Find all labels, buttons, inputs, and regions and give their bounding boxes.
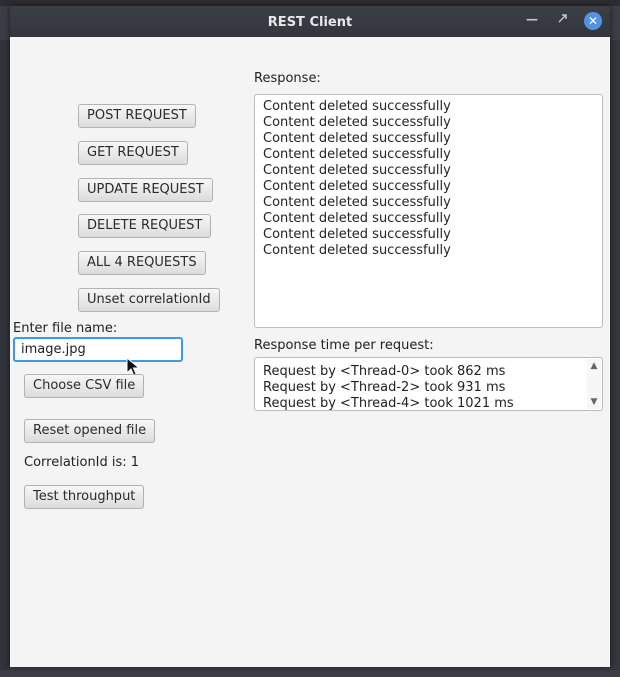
choose-csv-button[interactable]: Choose CSV file: [24, 374, 145, 398]
titlebar[interactable]: REST Client — ✕: [10, 6, 610, 37]
response-line: Content deleted successfully: [263, 99, 451, 114]
response-time-line: Request by <Thread-2> took 931 ms: [263, 380, 506, 395]
all-requests-button[interactable]: ALL 4 REQUESTS: [78, 251, 206, 275]
response-line: Content deleted successfully: [263, 131, 451, 146]
background-left-edge: [0, 40, 10, 670]
response-time-lines: Request by <Thread-0> took 862 ms Reques…: [263, 364, 514, 411]
response-line: Content deleted successfully: [263, 115, 451, 130]
close-icon[interactable]: ✕: [584, 12, 602, 30]
response-line: Content deleted successfully: [263, 179, 451, 194]
response-time-textarea[interactable]: Request by <Thread-0> took 862 ms Reques…: [254, 357, 603, 411]
update-request-button[interactable]: UPDATE REQUEST: [78, 178, 213, 202]
response-time-label: Response time per request:: [254, 338, 434, 353]
maximize-icon[interactable]: [553, 12, 571, 30]
response-textarea[interactable]: Content deleted successfully Content del…: [254, 94, 603, 328]
scroll-up-arrow-icon[interactable]: ▲: [587, 360, 601, 372]
minimize-icon[interactable]: —: [523, 10, 541, 28]
response-label: Response:: [254, 71, 321, 86]
response-time-line: Request by <Thread-4> took 1021 ms: [263, 396, 514, 411]
response-line: Content deleted successfully: [263, 195, 451, 210]
correlation-id-status: CorrelationId is: 1: [24, 455, 140, 470]
response-time-scrollbar[interactable]: ▲ ▼: [587, 359, 601, 409]
response-line: Content deleted successfully: [263, 243, 451, 258]
background-right-edge: [610, 40, 620, 670]
post-request-button[interactable]: POST REQUEST: [78, 104, 196, 128]
response-line: Content deleted successfully: [263, 227, 451, 242]
window-title: REST Client: [267, 15, 353, 30]
scroll-down-arrow-icon[interactable]: ▼: [587, 396, 601, 408]
response-line: Content deleted successfully: [263, 211, 451, 226]
reset-opened-file-button[interactable]: Reset opened file: [24, 419, 156, 443]
file-name-input[interactable]: [13, 337, 183, 362]
response-line: Content deleted successfully: [263, 147, 451, 162]
rest-client-window: REST Client — ✕ POST REQUEST GET REQUEST…: [10, 6, 610, 667]
response-lines: Content deleted successfully Content del…: [263, 99, 451, 259]
file-name-label: Enter file name:: [13, 321, 118, 336]
response-line: Content deleted successfully: [263, 163, 451, 178]
unset-correlationid-button[interactable]: Unset correlationId: [78, 288, 220, 312]
response-time-line: Request by <Thread-0> took 862 ms: [263, 364, 506, 379]
get-request-button[interactable]: GET REQUEST: [78, 141, 188, 165]
delete-request-button[interactable]: DELETE REQUEST: [78, 214, 212, 238]
test-throughput-button[interactable]: Test throughput: [24, 485, 145, 509]
main-content: POST REQUEST GET REQUEST UPDATE REQUEST …: [10, 37, 610, 667]
